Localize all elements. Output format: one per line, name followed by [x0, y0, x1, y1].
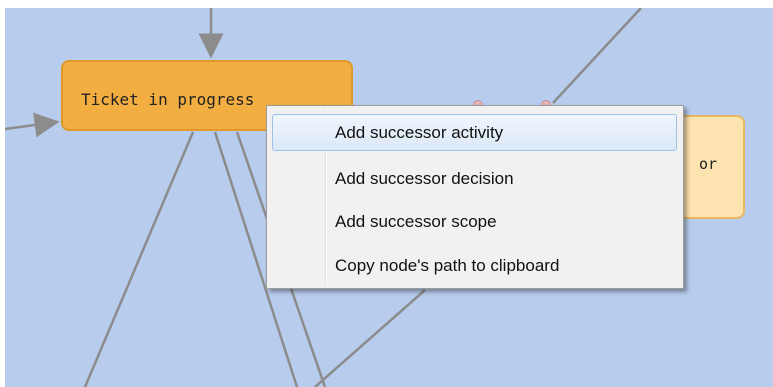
menu-item-copy-node-path[interactable]: Copy node's path to clipboard [272, 247, 677, 284]
edge-cross [314, 289, 426, 387]
menu-item-add-successor-scope[interactable]: Add successor scope [272, 203, 677, 240]
node-label: or [699, 155, 718, 173]
edge-incoming-left [5, 112, 60, 138]
edge-out-1 [83, 131, 195, 387]
menu-item-add-successor-activity[interactable]: Add successor activity [272, 114, 677, 151]
menu-item-add-successor-decision[interactable]: Add successor decision [272, 160, 677, 197]
node-label: Ticket in progress [81, 90, 255, 109]
context-menu: Add successor activity Add successor dec… [266, 105, 684, 289]
edge-top-right [552, 8, 642, 104]
